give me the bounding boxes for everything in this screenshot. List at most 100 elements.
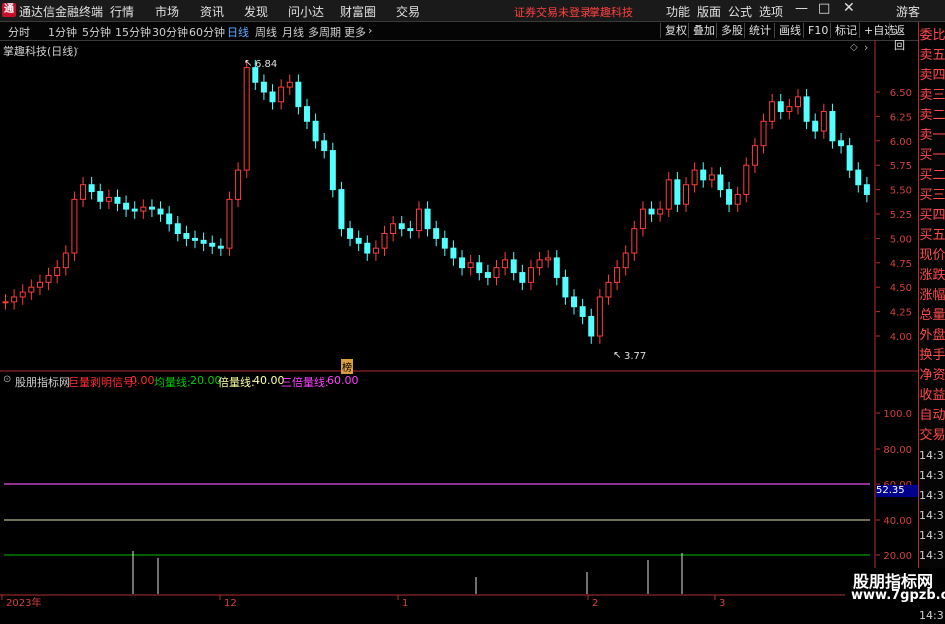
menu-trade[interactable]: 交易 [396, 3, 420, 20]
back-button[interactable]: 返回 [889, 23, 918, 52]
event-marker[interactable]: 榜 [341, 359, 353, 374]
side-panel-item[interactable]: 交易 [919, 428, 945, 444]
candle-body [855, 169, 862, 186]
login-notice[interactable]: 证券交易未登录 [514, 4, 591, 20]
param-double-value: 40.00 [253, 374, 285, 387]
side-panel-item[interactable]: 委比 [919, 28, 945, 44]
adjust-button[interactable]: 复权 [660, 23, 691, 38]
side-panel-item[interactable]: 14:31 [919, 508, 945, 524]
candle-body [605, 281, 612, 298]
candle-body [553, 257, 560, 278]
candle-body [502, 259, 509, 269]
candle-body [571, 296, 578, 308]
period-weekly[interactable]: 周线 [255, 24, 277, 40]
side-panel-item[interactable]: 收益 [919, 388, 945, 404]
candle-body [140, 206, 147, 212]
side-panel-item[interactable]: 卖二 [919, 108, 945, 124]
param-avg-value: 20.00 [190, 374, 222, 387]
watermark: 股朋指标网 www.7gpzb.com [845, 568, 945, 609]
indicator-tick-label: 20.00 [883, 551, 912, 562]
period-daily[interactable]: 日线 [227, 24, 249, 40]
param-triple-value: 60.00 [327, 374, 359, 387]
price-tick-label: 5.75 [890, 161, 912, 172]
period-timeshare[interactable]: 分时 [8, 24, 30, 40]
side-panel-item[interactable]: 14:31 [919, 468, 945, 484]
low-price-label: 3.77 [624, 351, 647, 362]
f10-button[interactable]: F10 [803, 23, 832, 38]
menu-function[interactable]: 功能 [666, 3, 690, 20]
candle-body [36, 281, 43, 288]
side-panel-item[interactable]: 14:31 [919, 528, 945, 544]
period-5min[interactable]: 5分钟 [82, 24, 111, 40]
candle-body [148, 206, 155, 210]
stats-button[interactable]: 统计 [744, 23, 775, 38]
chevron-right-icon[interactable]: › [368, 24, 372, 37]
period-monthly[interactable]: 月线 [282, 24, 304, 40]
menu-discover[interactable]: 发现 [244, 3, 268, 20]
current-value-tag: 52.35 [876, 485, 918, 497]
menu-news[interactable]: 资讯 [200, 3, 224, 20]
minimize-icon[interactable]: — [795, 1, 808, 16]
multi-stock-button[interactable]: 多股 [716, 23, 747, 38]
side-panel-item[interactable]: 14:31 [919, 448, 945, 464]
candle-body [700, 169, 707, 181]
quote-side-panel: 委比卖五卖四卖三卖二卖一买一买二买三买四买五现价涨跌涨幅总量外盘换手净资收益自动… [918, 22, 945, 622]
param-signal-value: 0.00 [130, 374, 155, 387]
side-panel-item[interactable]: 14:31 [919, 548, 945, 564]
candle-body [622, 252, 629, 269]
side-panel-item[interactable]: 买四 [919, 208, 945, 224]
menu-quotes[interactable]: 行情 [110, 3, 134, 20]
menu-wealth[interactable]: 财富圈 [340, 3, 376, 20]
candle-body [545, 257, 552, 261]
menu-formula[interactable]: 公式 [728, 3, 752, 20]
side-panel-item[interactable]: 买五 [919, 228, 945, 244]
period-15min[interactable]: 15分钟 [115, 24, 151, 40]
menu-layout[interactable]: 版面 [697, 3, 721, 20]
candle-body [407, 228, 414, 232]
draw-button[interactable]: 画线 [774, 23, 805, 38]
candle-body [105, 196, 112, 202]
candle-body [381, 233, 388, 249]
candle-body [467, 262, 474, 269]
candle-body [717, 174, 724, 191]
menu-market[interactable]: 市场 [155, 3, 179, 20]
side-panel-item[interactable]: 涨幅 [919, 288, 945, 304]
period-30min[interactable]: 30分钟 [152, 24, 188, 40]
side-panel-item[interactable]: 卖四 [919, 68, 945, 84]
side-panel-item[interactable]: 净资 [919, 368, 945, 384]
menu-options[interactable]: 选项 [759, 3, 783, 20]
side-panel-item[interactable]: 买三 [919, 188, 945, 204]
time-tick-label: 12 [224, 598, 237, 609]
mark-button[interactable]: 标记 [830, 23, 861, 38]
side-panel-item[interactable]: 卖五 [919, 48, 945, 64]
close-icon[interactable]: ✕ [843, 0, 855, 16]
app-title: 通达信金融终端 [19, 5, 104, 19]
period-60min[interactable]: 60分钟 [189, 24, 225, 40]
menu-ask[interactable]: 问小达 [288, 3, 324, 20]
side-panel-item[interactable]: 买二 [919, 168, 945, 184]
side-panel-item[interactable]: 现价 [919, 248, 945, 264]
side-panel-item[interactable]: 总量 [919, 308, 945, 324]
overlay-button[interactable]: 叠加 [688, 23, 719, 38]
maximize-icon[interactable]: □ [818, 1, 830, 16]
period-multi[interactable]: 多周期 [308, 24, 341, 40]
side-panel-item[interactable]: 换手 [919, 348, 945, 364]
side-panel-item[interactable]: 14:31 [919, 488, 945, 504]
side-panel-item[interactable]: 卖一 [919, 128, 945, 144]
guest-label[interactable]: 游客 [896, 3, 920, 20]
side-panel-item[interactable]: 卖三 [919, 88, 945, 104]
period-1min[interactable]: 1分钟 [48, 24, 77, 40]
indicator-toggle-icon[interactable]: ⊙ [3, 374, 11, 385]
candle-body [476, 262, 483, 274]
candle-body [123, 202, 130, 210]
period-more[interactable]: 更多 [344, 24, 366, 40]
side-panel-item[interactable]: 涨跌 [919, 268, 945, 284]
candle-body [760, 120, 767, 147]
candle-body [820, 111, 827, 132]
candle-body [631, 228, 638, 254]
side-panel-item[interactable]: 自动 [919, 408, 945, 424]
side-panel-item[interactable]: 外盘 [919, 328, 945, 344]
side-panel-item[interactable]: 14:31 [919, 608, 945, 624]
side-panel-item[interactable]: 买一 [919, 148, 945, 164]
indicator-name[interactable]: 股朋指标网 [15, 374, 70, 390]
